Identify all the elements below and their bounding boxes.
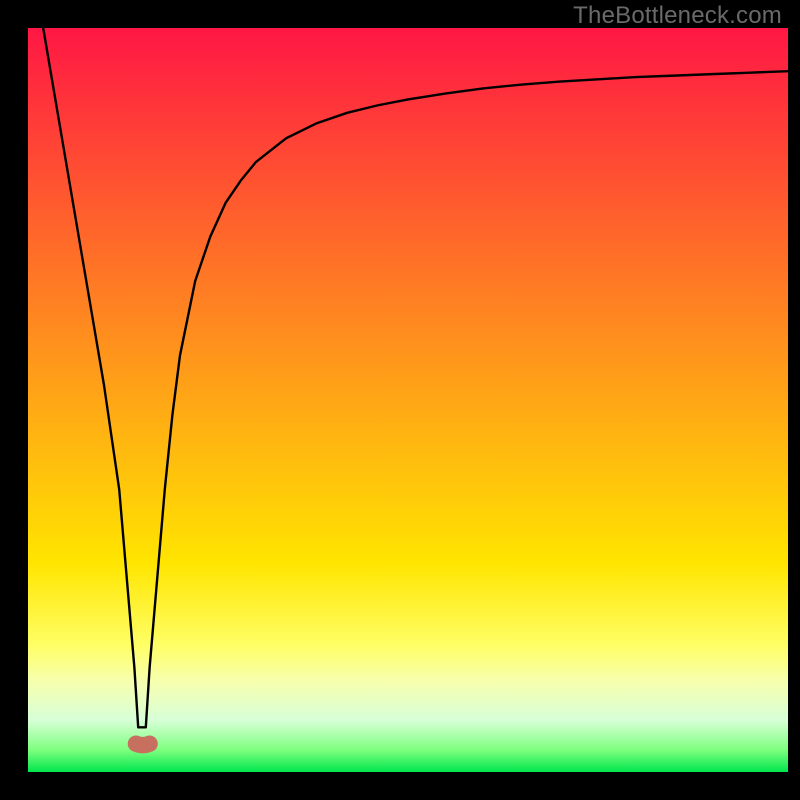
watermark-text: TheBottleneck.com bbox=[573, 2, 782, 30]
optimal-zone-marker bbox=[136, 744, 150, 745]
plot-background bbox=[28, 28, 788, 772]
chart-canvas: TheBottleneck.com bbox=[0, 0, 800, 800]
chart-svg bbox=[0, 0, 800, 800]
